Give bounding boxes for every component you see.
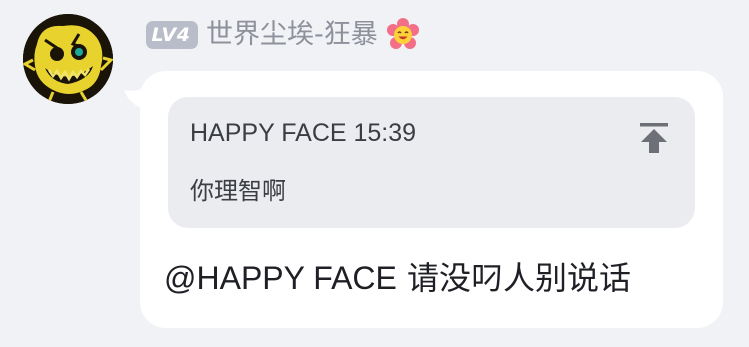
message-text: @HAPPY FACE 请没叼人别说话 [164, 253, 631, 299]
quote-time: 15:39 [353, 119, 417, 147]
sender-name[interactable]: 世界尘埃-狂暴 [206, 18, 378, 52]
quote-meta: HAPPY FACE 15:39 [190, 119, 416, 148]
level-badge: LV4 [146, 21, 198, 49]
avatar[interactable] [23, 14, 113, 104]
sender-header: LV4 世界尘埃-狂暴 [146, 18, 420, 52]
yellow-monster-face-avatar-icon [23, 14, 113, 104]
quoted-message[interactable]: HAPPY FACE 15:39 你理智啊 [168, 97, 695, 228]
scroll-to-top-icon[interactable] [639, 121, 669, 155]
quote-author: HAPPY FACE [190, 119, 347, 147]
quote-text: 你理智啊 [190, 177, 286, 205]
message-body: 请没叼人别说话 [396, 259, 632, 297]
message-bubble[interactable]: HAPPY FACE 15:39 你理智啊 @HAPPY FACE 请没叼人别说… [140, 71, 723, 328]
mention-link[interactable]: @HAPPY FACE [164, 260, 397, 296]
flower-smiley-icon [386, 18, 420, 52]
